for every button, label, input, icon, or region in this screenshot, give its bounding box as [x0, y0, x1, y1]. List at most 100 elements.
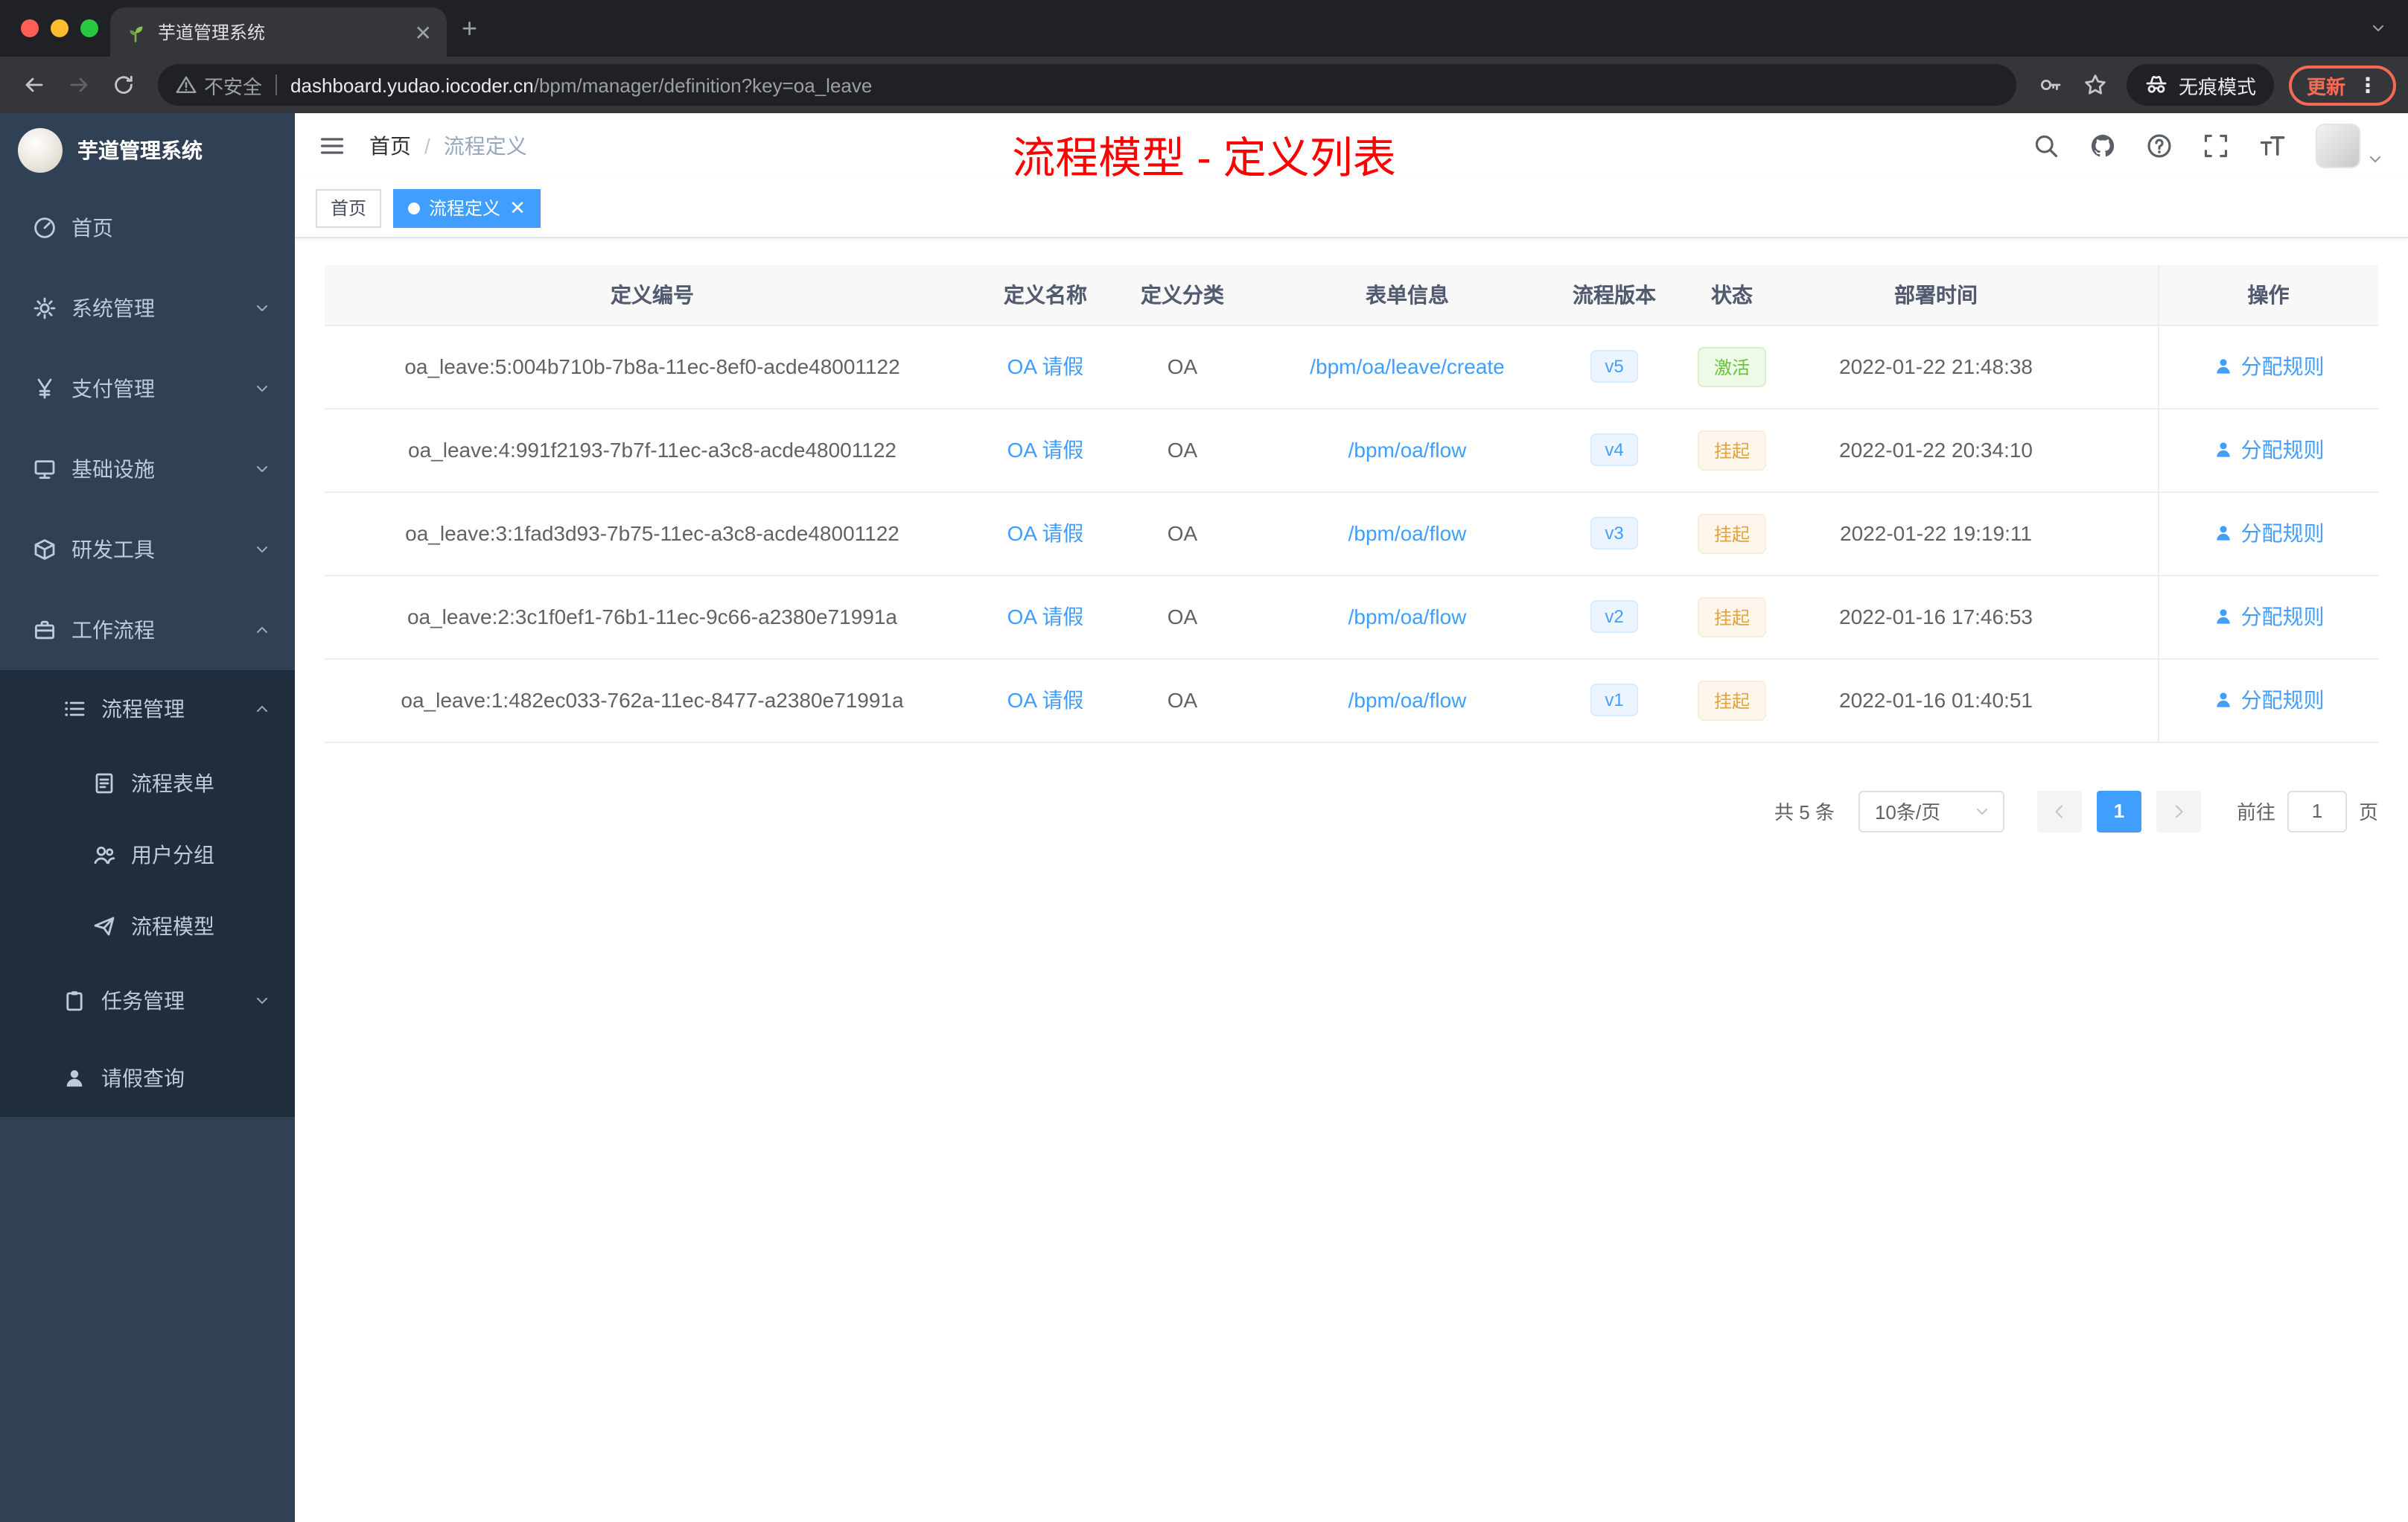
incognito-icon	[2146, 75, 2167, 93]
definition-name-link[interactable]: OA 请假	[1007, 688, 1084, 712]
assign-rule-link[interactable]: 分配规则	[2213, 351, 2325, 381]
page-size-select[interactable]: 10条/页	[1858, 790, 2004, 832]
cell-spacer	[2076, 408, 2158, 492]
sidebar-item-home[interactable]: 首页	[0, 188, 295, 268]
sidebar-item-payment[interactable]: 支付管理	[0, 348, 295, 429]
breadcrumb-home[interactable]: 首页	[369, 131, 411, 161]
minimize-window-button[interactable]	[51, 19, 69, 37]
maximize-window-button[interactable]	[80, 19, 98, 37]
chevron-up-icon	[256, 705, 268, 713]
column-header: 流程版本	[1561, 265, 1668, 325]
sidebar-item-infrastructure[interactable]: 基础设施	[0, 429, 295, 509]
sidebar-item-process-form[interactable]: 流程表单	[0, 748, 295, 819]
github-icon[interactable]	[2089, 133, 2116, 159]
bookmark-star-icon[interactable]	[2083, 73, 2107, 97]
update-label: 更新	[2306, 75, 2345, 98]
assign-rule-link[interactable]: 分配规则	[2213, 602, 2325, 631]
help-icon[interactable]	[2146, 133, 2173, 159]
password-key-icon[interactable]	[2039, 73, 2063, 97]
tag-label: 流程定义	[429, 198, 501, 219]
form-link[interactable]: /bpm/oa/flow	[1348, 605, 1467, 628]
assign-rule-link[interactable]: 分配规则	[2213, 685, 2325, 715]
table-row: oa_leave:2:3c1f0ef1-76b1-11ec-9c66-a2380…	[325, 575, 2378, 659]
logo-title: 芋道管理系统	[77, 138, 203, 162]
cell-category: OA	[1111, 408, 1254, 492]
tab-favicon-icon	[130, 25, 143, 42]
prev-page-button[interactable]	[2036, 790, 2082, 832]
clipboard-icon	[66, 991, 83, 1011]
sidebar-item-user-group[interactable]: 用户分组	[0, 819, 295, 891]
sidebar-logo[interactable]: 芋道管理系统	[0, 113, 295, 188]
definition-name-link[interactable]: OA 请假	[1007, 605, 1084, 628]
form-link[interactable]: /bpm/oa/flow	[1348, 688, 1467, 712]
chevron-right-icon	[2175, 804, 2183, 818]
status-badge: 激活	[1697, 346, 1766, 386]
avatar[interactable]	[2316, 124, 2360, 168]
sidebar-item-process-model[interactable]: 流程模型	[0, 891, 295, 962]
tab-search-chevron-icon[interactable]	[2369, 19, 2387, 37]
tag-process-definition[interactable]: 流程定义 ✕	[393, 188, 541, 227]
page-unit-label: 页	[2358, 801, 2378, 824]
search-icon[interactable]	[2033, 133, 2060, 159]
sidebar-item-task-management[interactable]: 任务管理	[0, 962, 295, 1039]
forward-button[interactable]	[57, 63, 101, 107]
update-button[interactable]: 更新 ⋮	[2288, 65, 2396, 105]
cell-deploy-time: 2022-01-22 21:48:38	[1796, 325, 2076, 409]
definition-name-link[interactable]: OA 请假	[1007, 354, 1084, 378]
sidebar-item-label: 用户分组	[131, 843, 214, 867]
sidebar-item-devtools[interactable]: 研发工具	[0, 509, 295, 590]
status-badge: 挂起	[1697, 513, 1766, 553]
new-tab-button[interactable]: +	[447, 13, 492, 57]
url-path: /bpm/manager/definition?key=oa_leave	[533, 74, 873, 96]
cell-definition-id: oa_leave:2:3c1f0ef1-76b1-11ec-9c66-a2380…	[325, 575, 980, 659]
fullscreen-icon[interactable]	[2202, 133, 2229, 159]
cell-category: OA	[1111, 491, 1254, 576]
font-size-icon[interactable]	[2259, 133, 2286, 159]
browser-menu-icon[interactable]: ⋮	[2357, 72, 2378, 98]
user-icon	[2216, 692, 2230, 707]
omnibox-divider	[275, 74, 278, 95]
page-number-button[interactable]: 1	[2096, 790, 2141, 832]
sidebar-item-label: 工作流程	[71, 618, 155, 642]
sidebar-item-system[interactable]: 系统管理	[0, 268, 295, 348]
user-icon	[2216, 359, 2230, 374]
browser-tab[interactable]: 芋道管理系统 ✕	[110, 7, 447, 57]
tag-close-icon[interactable]: ✕	[509, 198, 526, 217]
next-page-button[interactable]	[2156, 790, 2201, 832]
assign-rule-link[interactable]: 分配规则	[2213, 518, 2325, 548]
status-badge: 挂起	[1697, 430, 1766, 470]
cell-category: OA	[1111, 575, 1254, 659]
browser-toolbar: 不安全 dashboard.yudao.iocoder.cn /bpm/mana…	[0, 57, 2408, 113]
cube-icon	[34, 539, 55, 560]
definition-name-link[interactable]: OA 请假	[1007, 438, 1084, 462]
form-link[interactable]: /bpm/oa/leave/create	[1310, 354, 1505, 378]
hamburger-icon[interactable]	[295, 133, 369, 159]
tab-close-icon[interactable]: ✕	[415, 22, 432, 42]
gear-icon	[34, 297, 56, 319]
form-link[interactable]: /bpm/oa/flow	[1348, 438, 1467, 462]
back-button[interactable]	[12, 63, 57, 107]
cell-category: OA	[1111, 658, 1254, 742]
user-menu[interactable]	[2316, 124, 2384, 168]
sidebar-item-workflow[interactable]: 工作流程	[0, 590, 295, 670]
chevron-down-icon	[1976, 807, 1987, 815]
sidebar-item-label: 流程模型	[131, 914, 214, 938]
goto-page-input[interactable]	[2287, 790, 2347, 832]
tag-home[interactable]: 首页	[316, 188, 382, 227]
sidebar-item-leave-query[interactable]: 请假查询	[0, 1039, 295, 1117]
user-icon	[66, 1070, 83, 1087]
cell-spacer	[2076, 325, 2158, 409]
reload-button[interactable]	[101, 63, 146, 107]
definition-name-link[interactable]: OA 请假	[1007, 521, 1084, 545]
form-link[interactable]: /bpm/oa/flow	[1348, 521, 1467, 545]
table-row: oa_leave:3:1fad3d93-7b75-11ec-a3c8-acde4…	[325, 491, 2378, 576]
top-navbar: 首页 / 流程定义	[295, 113, 2408, 179]
assign-rule-link[interactable]: 分配规则	[2213, 435, 2325, 465]
security-warning[interactable]: 不安全	[176, 71, 262, 99]
sidebar-item-process-management[interactable]: 流程管理	[0, 670, 295, 748]
tab-title: 芋道管理系统	[158, 22, 266, 43]
close-window-button[interactable]	[21, 19, 39, 37]
address-bar[interactable]: 不安全 dashboard.yudao.iocoder.cn /bpm/mana…	[158, 64, 2016, 106]
tags-view: 首页 流程定义 ✕	[295, 179, 2408, 238]
user-icon	[2216, 609, 2230, 624]
